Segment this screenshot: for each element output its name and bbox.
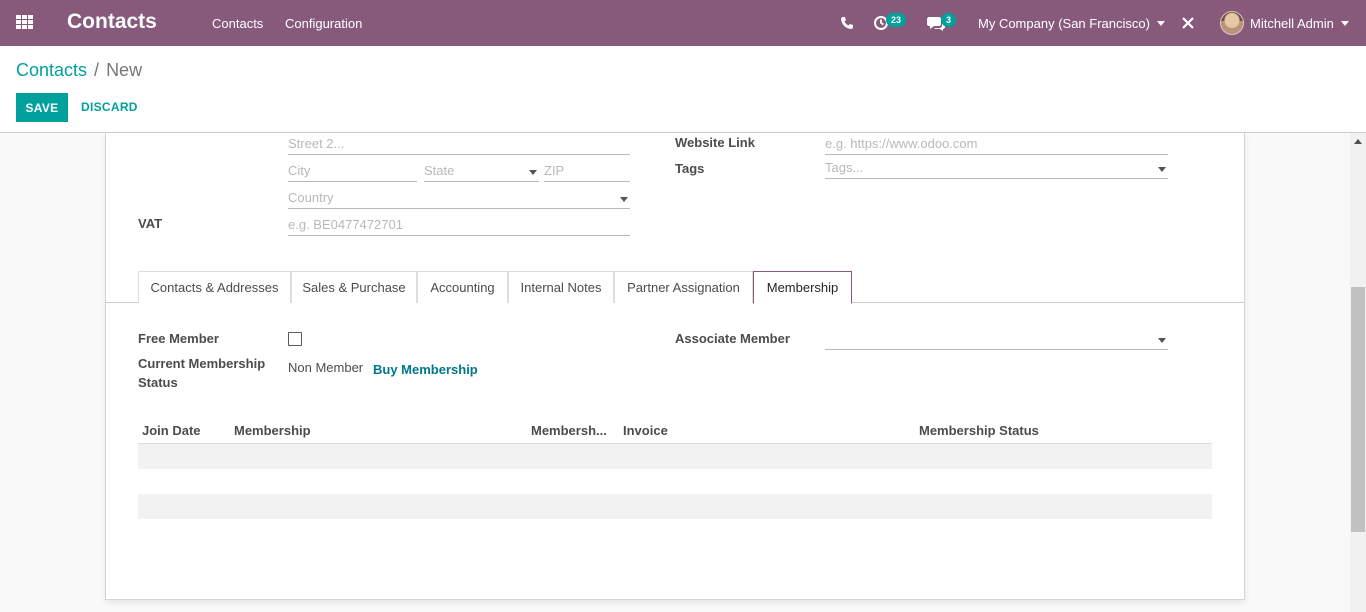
vat-input[interactable]: e.g. BE0477472701 (288, 214, 630, 236)
column-membership-status[interactable]: Membership Status (919, 423, 1039, 438)
membership-status-value: Non Member (288, 360, 364, 375)
scrollbar-thumb[interactable] (1351, 287, 1365, 532)
control-panel: Contacts / New SAVE DISCARD (0, 46, 1366, 133)
save-button[interactable]: SAVE (16, 93, 68, 122)
menu-configuration[interactable]: Configuration (285, 16, 362, 31)
scroll-up-arrow-icon[interactable] (1354, 139, 1362, 144)
state-select[interactable]: State (424, 160, 539, 182)
menu-contacts[interactable]: Contacts (212, 16, 263, 31)
chevron-down-icon (1340, 20, 1349, 26)
street2-input[interactable]: Street 2... (288, 133, 630, 155)
chevron-down-icon (1156, 20, 1165, 26)
vertical-scrollbar[interactable] (1350, 133, 1366, 612)
membership-status-label-line1: Current Membership (138, 356, 266, 371)
column-membership[interactable]: Membership (234, 423, 311, 438)
column-membership-fee[interactable]: Membersh... (531, 423, 607, 438)
associate-member-select[interactable] (825, 328, 1168, 350)
breadcrumb-current: New (106, 60, 143, 80)
breadcrumb-contacts-link[interactable]: Contacts (16, 60, 87, 80)
avatar (1220, 11, 1244, 35)
chevron-down-icon (529, 170, 537, 175)
chevron-down-icon (1158, 338, 1166, 343)
debug-tools-icon[interactable] (1181, 0, 1195, 46)
table-row (138, 444, 1212, 469)
messages-count-badge: 3 (941, 13, 957, 27)
tags-placeholder: Tags... (825, 160, 864, 175)
free-member-label: Free Member (138, 331, 219, 346)
notebook-tabs: Contacts & Addresses Sales & Purchase Ac… (106, 271, 1244, 304)
membership-status-label-line2: Status (138, 375, 178, 390)
tab-membership[interactable]: Membership (753, 271, 852, 304)
free-member-checkbox[interactable] (288, 332, 302, 346)
discard-button[interactable]: DISCARD (81, 100, 138, 114)
chevron-down-icon (620, 197, 628, 202)
top-navbar: Contacts Contacts Configuration 23 3 My … (0, 0, 1366, 46)
activity-count-badge: 23 (886, 13, 907, 27)
apps-menu-icon[interactable] (16, 15, 33, 29)
tags-input[interactable]: Tags... (825, 157, 1168, 179)
tab-internal-notes[interactable]: Internal Notes (508, 271, 614, 303)
buy-membership-button[interactable]: Buy Membership (373, 362, 478, 377)
phone-icon[interactable] (840, 0, 854, 46)
tab-partner-assignation[interactable]: Partner Assignation (614, 271, 753, 303)
column-join-date[interactable]: Join Date (142, 423, 201, 438)
breadcrumb: Contacts / New (16, 60, 142, 81)
associate-member-label: Associate Member (675, 331, 790, 346)
country-select[interactable]: Country (288, 187, 630, 209)
user-name: Mitchell Admin (1250, 15, 1334, 31)
table-row (138, 494, 1212, 519)
city-input[interactable]: City (288, 160, 417, 182)
tab-contacts-addresses[interactable]: Contacts & Addresses (138, 271, 291, 303)
zip-input[interactable]: ZIP (544, 160, 630, 182)
form-sheet: Street 2... City State ZIP Country VAT e… (105, 133, 1245, 600)
breadcrumb-separator: / (94, 60, 100, 80)
company-name: My Company (San Francisco) (978, 15, 1150, 31)
country-placeholder: Country (288, 190, 334, 205)
user-menu[interactable]: Mitchell Admin (1220, 0, 1349, 46)
app-title[interactable]: Contacts (67, 10, 157, 34)
company-switcher[interactable]: My Company (San Francisco) (978, 0, 1165, 46)
state-placeholder: State (424, 163, 455, 178)
tags-label: Tags (675, 161, 705, 176)
tab-accounting[interactable]: Accounting (417, 271, 508, 303)
tab-sales-purchase[interactable]: Sales & Purchase (291, 271, 417, 303)
chevron-down-icon (1158, 167, 1166, 172)
column-invoice[interactable]: Invoice (623, 423, 668, 438)
website-input[interactable]: e.g. https://www.odoo.com (825, 133, 1168, 155)
vat-label: VAT (138, 216, 163, 231)
website-label: Website Link (675, 135, 755, 150)
